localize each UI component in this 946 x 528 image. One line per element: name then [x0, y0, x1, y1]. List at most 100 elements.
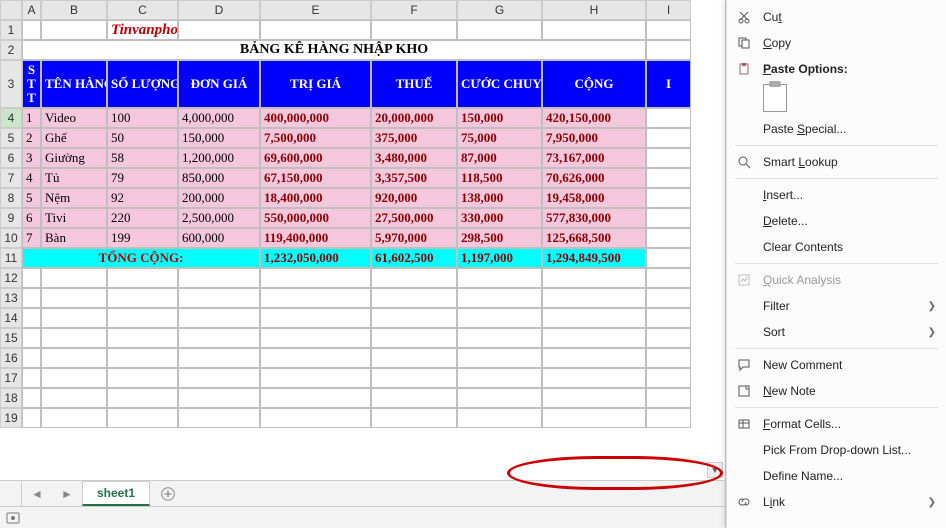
cell[interactable]: Tinvanphong.com — [107, 20, 178, 40]
cell[interactable]: 70,626,000 — [542, 168, 646, 188]
cell[interactable] — [22, 308, 41, 328]
table-header[interactable]: CƯỚC CHUYÊN CHỞ — [457, 60, 542, 108]
cell[interactable] — [646, 108, 691, 128]
col-header-A[interactable]: A — [22, 0, 41, 20]
cell[interactable] — [646, 348, 691, 368]
cell[interactable]: 4 — [22, 168, 41, 188]
cell[interactable] — [646, 268, 691, 288]
cell[interactable] — [371, 308, 457, 328]
cell[interactable]: 19,458,000 — [542, 188, 646, 208]
cell[interactable]: 7,950,000 — [542, 128, 646, 148]
row-header-16[interactable]: 16 — [0, 348, 22, 368]
table-header[interactable]: TRỊ GIÁ — [260, 60, 371, 108]
menu-copy[interactable]: Copy — [727, 30, 946, 56]
cell[interactable]: 119,400,000 — [260, 228, 371, 248]
row-header-9[interactable]: 9 — [0, 208, 22, 228]
cell[interactable] — [260, 20, 371, 40]
cell[interactable] — [646, 248, 691, 268]
cell[interactable] — [22, 268, 41, 288]
cell[interactable]: 1,294,849,500 — [542, 248, 646, 268]
table-header[interactable]: STT — [22, 60, 41, 108]
cell[interactable] — [646, 308, 691, 328]
cell[interactable]: 138,000 — [457, 188, 542, 208]
cell[interactable] — [178, 268, 260, 288]
row-header-1[interactable]: 1 — [0, 20, 22, 40]
cell[interactable] — [542, 388, 646, 408]
table-header[interactable]: ĐƠN GIÁ — [178, 60, 260, 108]
row-header-11[interactable]: 11 — [0, 248, 22, 268]
cell[interactable]: 1,197,000 — [457, 248, 542, 268]
cell[interactable] — [371, 408, 457, 428]
row-header-6[interactable]: 6 — [0, 148, 22, 168]
cell[interactable] — [178, 348, 260, 368]
row-header-17[interactable]: 17 — [0, 368, 22, 388]
row-header-3[interactable]: 3 — [0, 60, 22, 108]
table-title[interactable]: BẢNG KÊ HÀNG NHẬP KHO — [22, 40, 646, 60]
cell[interactable] — [41, 328, 107, 348]
cell[interactable] — [260, 388, 371, 408]
menu-define-name[interactable]: Define Name... — [727, 463, 946, 489]
cell[interactable] — [41, 268, 107, 288]
cell[interactable] — [646, 368, 691, 388]
cell[interactable] — [457, 368, 542, 388]
cell[interactable]: Tủ — [41, 168, 107, 188]
cell[interactable]: 3,480,000 — [371, 148, 457, 168]
cell[interactable]: 1,232,050,000 — [260, 248, 371, 268]
row-header-10[interactable]: 10 — [0, 228, 22, 248]
cell[interactable] — [371, 268, 457, 288]
cell[interactable] — [646, 328, 691, 348]
menu-link[interactable]: Link❯ — [727, 489, 946, 515]
table-header[interactable]: CỘNG — [542, 60, 646, 108]
cell[interactable] — [646, 20, 691, 40]
cell[interactable] — [371, 328, 457, 348]
cell[interactable] — [22, 288, 41, 308]
cell[interactable] — [22, 328, 41, 348]
row-header-8[interactable]: 8 — [0, 188, 22, 208]
cell[interactable] — [371, 20, 457, 40]
col-header-F[interactable]: F — [371, 0, 457, 20]
menu-delete[interactable]: Delete... — [727, 208, 946, 234]
cell[interactable]: 1,200,000 — [178, 148, 260, 168]
cell[interactable] — [178, 20, 260, 40]
cell[interactable]: 550,000,000 — [260, 208, 371, 228]
cell[interactable] — [457, 268, 542, 288]
cell[interactable] — [107, 408, 178, 428]
cell[interactable] — [646, 288, 691, 308]
menu-new-note[interactable]: New Note — [727, 378, 946, 404]
cell[interactable] — [178, 308, 260, 328]
cell[interactable] — [646, 40, 691, 60]
cell[interactable] — [542, 348, 646, 368]
cell[interactable]: 7,500,000 — [260, 128, 371, 148]
row-header-13[interactable]: 13 — [0, 288, 22, 308]
cell[interactable]: 577,830,000 — [542, 208, 646, 228]
cell[interactable] — [41, 288, 107, 308]
cell[interactable]: 61,602,500 — [371, 248, 457, 268]
cell[interactable]: 58 — [107, 148, 178, 168]
cell[interactable] — [178, 388, 260, 408]
col-header-G[interactable]: G — [457, 0, 542, 20]
cell[interactable]: 6 — [22, 208, 41, 228]
cell[interactable] — [41, 308, 107, 328]
cell[interactable]: 18,400,000 — [260, 188, 371, 208]
cell[interactable]: Giường — [41, 148, 107, 168]
cell[interactable]: 69,600,000 — [260, 148, 371, 168]
menu-pick-from-list[interactable]: Pick From Drop-down List... — [727, 437, 946, 463]
cell[interactable] — [22, 408, 41, 428]
cell[interactable] — [371, 368, 457, 388]
cell[interactable] — [260, 308, 371, 328]
sheet-nav-arrows[interactable]: ◄► — [22, 487, 82, 501]
cell[interactable] — [542, 308, 646, 328]
sheet-tab-active[interactable]: sheet1 — [82, 481, 150, 506]
cell[interactable]: 5,970,000 — [371, 228, 457, 248]
cell[interactable] — [260, 268, 371, 288]
cell[interactable] — [107, 348, 178, 368]
cell[interactable] — [457, 388, 542, 408]
cell[interactable]: 330,000 — [457, 208, 542, 228]
cell[interactable]: 5 — [22, 188, 41, 208]
col-header-B[interactable]: B — [41, 0, 107, 20]
cell[interactable]: 125,668,500 — [542, 228, 646, 248]
paste-option-default[interactable] — [763, 84, 787, 112]
menu-filter[interactable]: Filter❯ — [727, 293, 946, 319]
col-header-D[interactable]: D — [178, 0, 260, 20]
cell[interactable]: 199 — [107, 228, 178, 248]
